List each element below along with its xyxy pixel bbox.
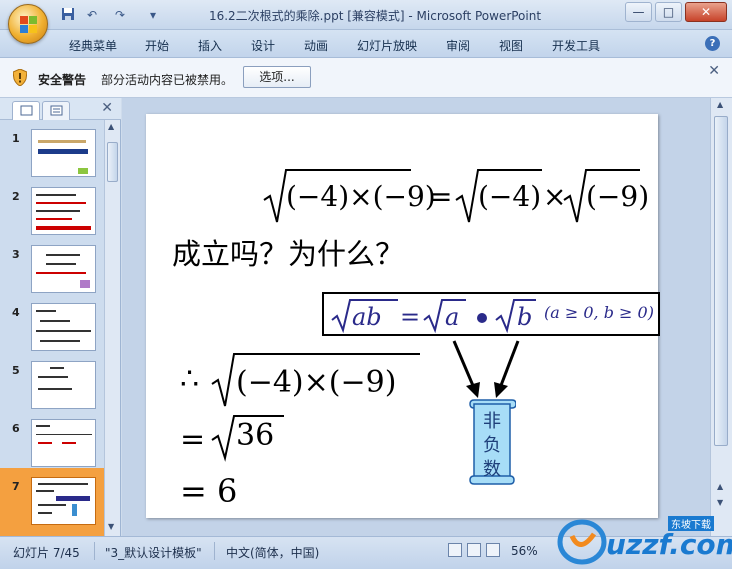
- prev-slide-icon[interactable]: ▲: [717, 482, 723, 491]
- tab-slideshow[interactable]: 幻灯片放映: [357, 37, 417, 54]
- tab-classic-menu[interactable]: 经典菜单: [69, 37, 117, 54]
- close-pane-icon[interactable]: ✕: [101, 100, 113, 116]
- save-icon[interactable]: [60, 7, 76, 23]
- window-title: 16.2二次根式的乘除.ppt [兼容模式] - Microsoft Power…: [208, 9, 542, 23]
- redo-icon[interactable]: ↷: [112, 7, 128, 23]
- close-button[interactable]: ✕: [685, 2, 727, 22]
- scroll-text: 非负数: [483, 411, 501, 480]
- slide-scrollbar[interactable]: ▲ ▲ ▼: [710, 98, 732, 536]
- svg-text:(−4): (−4): [478, 180, 541, 213]
- undo-icon[interactable]: ↶: [84, 7, 100, 23]
- slide-number: 5: [12, 364, 20, 377]
- office-logo-icon: [20, 16, 38, 34]
- slide-preview: [31, 245, 96, 293]
- slide-preview: [31, 361, 96, 409]
- svg-text:=: =: [429, 180, 452, 213]
- scroll-up-icon[interactable]: ▲: [108, 122, 114, 131]
- slides-tab-icon: [20, 105, 33, 116]
- office-button[interactable]: [8, 4, 48, 44]
- watermark-logo: uzzf.com 东坡下载: [548, 506, 732, 569]
- radicand-36: 36: [236, 418, 275, 453]
- shield-icon: [13, 69, 27, 86]
- language-status[interactable]: 中文(简体，中国): [226, 544, 319, 561]
- therefore-symbol: ∴: [180, 362, 200, 397]
- svg-text:b: b: [517, 303, 532, 331]
- svg-text:=: =: [400, 303, 420, 331]
- slide-thumbnail[interactable]: 4: [0, 294, 104, 352]
- slide-preview: [31, 303, 96, 351]
- scrollbar-thumb[interactable]: [714, 116, 728, 446]
- formula-box: ab = a b (a ≥ 0, b ≥ 0): [322, 292, 660, 336]
- security-warning-bar: 安全警告 部分活动内容已被禁用。 选项... ✕: [0, 58, 732, 98]
- ribbon-tab-bar: 经典菜单 开始 插入 设计 动画 幻灯片放映 审阅 视图 开发工具 ?: [0, 30, 732, 58]
- scroll-up-icon[interactable]: ▲: [717, 100, 723, 109]
- tab-insert[interactable]: 插入: [198, 37, 222, 54]
- slide-thumbnail[interactable]: 5: [0, 352, 104, 410]
- slide-number: 4: [12, 306, 20, 319]
- help-icon[interactable]: ?: [705, 36, 720, 51]
- slide-thumbnail[interactable]: 6: [0, 410, 104, 468]
- equation-therefore: (−4)×(−9): [211, 353, 420, 407]
- tab-review[interactable]: 审阅: [446, 37, 470, 54]
- tab-outline[interactable]: [42, 101, 70, 120]
- slides-pane: ✕ 1 2 3 4 5 6 7 ▲ ▼: [0, 98, 121, 536]
- scrollbar-thumb[interactable]: [107, 142, 118, 182]
- template-name[interactable]: "3_默认设计模板": [105, 544, 202, 561]
- slide-thumbnail[interactable]: 1: [0, 120, 104, 178]
- tab-view[interactable]: 视图: [499, 37, 523, 54]
- slide-counter: 幻灯片 7/45: [13, 546, 80, 560]
- equation-product-rule: (−4)×(−9) = (−4) × (−9): [263, 169, 649, 223]
- slide-thumbnail-list: 1 2 3 4 5 6 7: [0, 120, 104, 536]
- equals-symbol: =: [180, 422, 206, 457]
- slide-thumbnail[interactable]: 3: [0, 236, 104, 294]
- svg-text:(−4)×(−9): (−4)×(−9): [286, 180, 436, 213]
- slide-sorter-icon[interactable]: [467, 543, 481, 557]
- svg-text:a: a: [445, 303, 459, 331]
- slide-preview: [31, 187, 96, 235]
- pane-tabs: ✕: [0, 98, 121, 120]
- slide-number: 3: [12, 248, 20, 261]
- slide-number: 6: [12, 422, 20, 435]
- scroll-down-icon[interactable]: ▼: [108, 522, 114, 531]
- slide-number: 7: [12, 480, 20, 493]
- divider: [214, 542, 215, 560]
- minimize-button[interactable]: —: [625, 2, 652, 22]
- slide-number: 2: [12, 190, 20, 203]
- security-warning-message: 部分活动内容已被禁用。: [101, 73, 234, 87]
- title-bar: ↶ ↷ ▾ 16.2二次根式的乘除.ppt [兼容模式] - Microsoft…: [0, 0, 732, 44]
- slide-canvas[interactable]: (−4)×(−9) = (−4) × (−9) 成立吗？为什么？ ab = a: [146, 114, 660, 518]
- slide-editing-area: (−4)×(−9) = (−4) × (−9) 成立吗？为什么？ ab = a: [122, 98, 710, 536]
- slide-thumbnail[interactable]: 2: [0, 178, 104, 236]
- svg-text:ab: ab: [352, 303, 382, 331]
- slide-number: 1: [12, 132, 20, 145]
- slide-preview: [31, 477, 96, 525]
- formula-condition: (a ≥ 0, b ≥ 0): [544, 303, 654, 322]
- tab-animations[interactable]: 动画: [304, 37, 328, 54]
- customize-qat-icon[interactable]: ▾: [145, 7, 161, 23]
- zoom-level[interactable]: 56%: [511, 544, 538, 558]
- result-equals-6: = 6: [180, 472, 238, 510]
- tab-design[interactable]: 设计: [251, 37, 275, 54]
- options-button[interactable]: 选项...: [243, 66, 311, 88]
- close-security-bar-icon[interactable]: ✕: [708, 63, 720, 79]
- tab-home[interactable]: 开始: [145, 37, 169, 54]
- watermark-subtext: 东坡下载: [668, 516, 714, 531]
- watermark-text: uzzf.com: [606, 528, 732, 561]
- svg-text:(−4)×(−9): (−4)×(−9): [236, 365, 396, 400]
- thumbnail-scrollbar[interactable]: ▲ ▼: [104, 120, 120, 536]
- security-warning-title: 安全警告: [38, 73, 87, 87]
- svg-text:×: ×: [543, 180, 566, 213]
- slide-preview: [31, 419, 96, 467]
- svg-text:(−9): (−9): [586, 180, 649, 213]
- outline-tab-icon: [50, 105, 63, 116]
- slideshow-view-icon[interactable]: [486, 543, 500, 557]
- slide-preview: [31, 129, 96, 177]
- divider: [94, 542, 95, 560]
- slide-thumbnail-selected[interactable]: 7: [0, 468, 104, 536]
- question-text: 成立吗？为什么？: [172, 237, 405, 271]
- normal-view-icon[interactable]: [448, 543, 462, 557]
- tab-slides[interactable]: [12, 101, 40, 120]
- maximize-button[interactable]: □: [655, 2, 682, 22]
- tab-developer[interactable]: 开发工具: [552, 37, 600, 54]
